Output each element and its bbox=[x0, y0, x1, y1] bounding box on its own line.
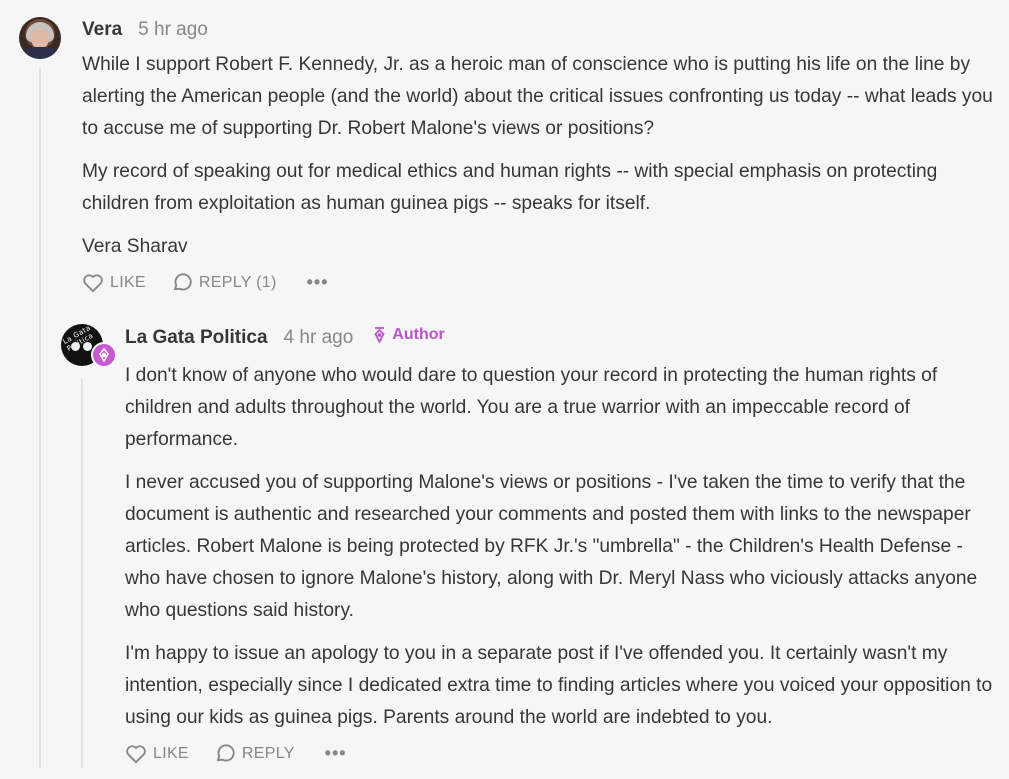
reply-button[interactable]: REPLY bbox=[215, 743, 295, 764]
comment-header-la-gata: La Gata Politica 4 hr ago Author bbox=[125, 326, 445, 349]
avatar-vera[interactable] bbox=[19, 17, 61, 59]
comment-paragraph: My record of speaking out for medical et… bbox=[82, 161, 938, 214]
comment-author-name[interactable]: Vera bbox=[82, 19, 122, 41]
comment-timestamp[interactable]: 5 hr ago bbox=[138, 19, 208, 41]
comment-paragraph: I'm happy to issue an apology to you in … bbox=[125, 643, 993, 728]
thread-line-reply[interactable] bbox=[81, 378, 83, 768]
comment-author-name[interactable]: La Gata Politica bbox=[125, 327, 268, 349]
comment-body-la-gata: I don't know of anyone who would dare to… bbox=[125, 360, 997, 745]
comment-actions-vera: LIKE REPLY (1) ••• bbox=[82, 272, 329, 293]
like-button[interactable]: LIKE bbox=[125, 744, 189, 764]
like-button[interactable]: LIKE bbox=[82, 273, 146, 293]
like-label: LIKE bbox=[153, 744, 189, 762]
speech-bubble-icon bbox=[173, 272, 192, 290]
author-tag-label: Author bbox=[392, 326, 445, 343]
comment-body-vera: While I support Robert F. Kennedy, Jr. a… bbox=[82, 49, 997, 274]
more-options-button[interactable]: ••• bbox=[325, 743, 347, 764]
more-icon: ••• bbox=[324, 743, 347, 763]
pen-nib-icon bbox=[374, 327, 385, 343]
speech-bubble-icon bbox=[216, 743, 235, 761]
author-tag: Author bbox=[373, 326, 445, 344]
more-icon: ••• bbox=[306, 272, 329, 292]
heart-icon bbox=[126, 744, 146, 763]
comment-signature: Vera Sharav bbox=[82, 236, 188, 257]
reply-label: REPLY (1) bbox=[198, 273, 277, 291]
comment-header-vera: Vera 5 hr ago bbox=[82, 19, 208, 41]
comment-timestamp[interactable]: 4 hr ago bbox=[284, 327, 354, 349]
comment-actions-la-gata: LIKE REPLY ••• bbox=[125, 743, 347, 764]
comment-paragraph: I don't know of anyone who would dare to… bbox=[125, 365, 938, 450]
author-badge-icon bbox=[91, 342, 117, 368]
reply-button[interactable]: REPLY (1) bbox=[172, 272, 277, 293]
reply-label: REPLY bbox=[241, 744, 295, 762]
heart-icon bbox=[83, 273, 103, 292]
more-options-button[interactable]: ••• bbox=[307, 272, 329, 293]
comment-paragraph: I never accused you of supporting Malone… bbox=[125, 472, 978, 621]
like-label: LIKE bbox=[110, 273, 146, 291]
comment-paragraph: While I support Robert F. Kennedy, Jr. a… bbox=[82, 54, 993, 139]
thread-line-main[interactable] bbox=[39, 68, 41, 768]
